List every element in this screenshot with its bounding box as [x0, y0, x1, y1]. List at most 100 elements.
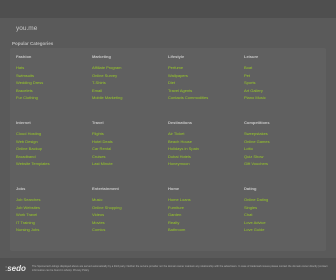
category-link[interactable]: Cruises	[92, 153, 168, 161]
category-link[interactable]: Email	[92, 87, 168, 95]
category-link[interactable]: Website Templates	[16, 160, 92, 168]
category-link[interactable]: Swimsuits	[16, 72, 92, 80]
category-link[interactable]: Web Design	[16, 138, 92, 146]
category-block: Internet Cloud Hosting Web Design Online Ba…	[16, 119, 92, 185]
category-links: Affiliate Program Online Survey T-Shirts Em…	[92, 64, 168, 102]
category-block: Travel Flights Hotel Deals Car Rental Cruise…	[92, 119, 168, 185]
category-title: Dating	[244, 186, 257, 191]
category-link[interactable]: Sweepstakes	[244, 130, 320, 138]
category-link[interactable]: Garden	[168, 211, 244, 219]
category-link[interactable]: Online Games	[244, 138, 320, 146]
category-title: Leisure	[244, 54, 259, 59]
category-link[interactable]: Holidays in Spain	[168, 145, 244, 153]
category-link[interactable]: Contacts Commodities	[168, 94, 244, 102]
category-link[interactable]: Online Backup	[16, 145, 92, 153]
category-link[interactable]: Nursing Jobs	[16, 226, 92, 234]
category-block: Competitions Sweepstakes Online Games Lotto…	[244, 119, 320, 185]
category-link[interactable]: Beach House	[168, 138, 244, 146]
category-links: Online Dating Singles Chat Love Advice Love …	[244, 196, 320, 234]
category-title: Jobs	[16, 186, 26, 191]
category-title: Home	[168, 186, 180, 191]
category-title: Travel	[92, 120, 104, 125]
category-link[interactable]: Piano Music	[244, 94, 320, 102]
category-link[interactable]: Bracelets	[16, 87, 92, 95]
category-link[interactable]: Singles	[244, 204, 320, 212]
category-link[interactable]: Work Travel	[16, 211, 92, 219]
category-link[interactable]: Cloud Hosting	[16, 130, 92, 138]
category-title: Competitions	[244, 120, 270, 125]
category-block: Lifestyle Perfume Wallpapers Diet Travel Age…	[168, 53, 244, 119]
category-block: Home Home Loans Furniture Garden Realty Bathr…	[168, 185, 244, 251]
category-link[interactable]: Love Guide	[244, 226, 320, 234]
category-link[interactable]: Videos	[92, 211, 168, 219]
sedo-logo[interactable]: :sedo	[5, 264, 26, 273]
category-link[interactable]: Online Survey	[92, 72, 168, 80]
category-link[interactable]: Fur Clothing	[16, 94, 92, 102]
category-title: Lifestyle	[168, 54, 185, 59]
category-link[interactable]: Dubai Hotels	[168, 153, 244, 161]
category-link[interactable]: Perfume	[168, 64, 244, 72]
category-link[interactable]: Furniture	[168, 204, 244, 212]
category-links: Hats Swimsuits Wedding Dress Bracelets Fur C…	[16, 64, 92, 102]
category-title: Destinations	[168, 120, 193, 125]
category-links: Perfume Wallpapers Diet Travel Agents Contac…	[168, 64, 244, 102]
category-title: Internet	[16, 120, 31, 125]
category-link[interactable]: Affiliate Program	[92, 64, 168, 72]
category-link[interactable]: Honeymoon	[168, 160, 244, 168]
category-links: Air Ticket Beach House Holidays in Spain Du…	[168, 130, 244, 168]
category-link[interactable]: Sports	[244, 79, 320, 87]
category-links: Job Searches Job Websites Work Travel IT Tr…	[16, 196, 92, 234]
category-link[interactable]: Realty	[168, 219, 244, 227]
category-title: Entertainment	[92, 186, 119, 191]
category-link[interactable]: Online Shopping	[92, 204, 168, 212]
category-link[interactable]: Car Rental	[92, 145, 168, 153]
category-link[interactable]: Hats	[16, 64, 92, 72]
category-links: Flights Hotel Deals Car Rental Cruises Last …	[92, 130, 168, 168]
categories-heading: Popular Categories	[12, 41, 54, 46]
category-link[interactable]: Music	[92, 196, 168, 204]
category-link[interactable]: Pet	[244, 72, 320, 80]
category-block: Jobs Job Searches Job Websites Work Travel I…	[16, 185, 92, 251]
category-link[interactable]: Lotto	[244, 145, 320, 153]
categories-grid: Fashion Hats Swimsuits Wedding Dress Bracele…	[16, 53, 324, 251]
category-link[interactable]: Last Minute	[92, 160, 168, 168]
category-title: Fashion	[16, 54, 32, 59]
category-link[interactable]: Mobile Marketing	[92, 94, 168, 102]
category-block: Destinations Air Ticket Beach House Holiday…	[168, 119, 244, 185]
category-title: Marketing	[92, 54, 111, 59]
category-link[interactable]: Comics	[92, 226, 168, 234]
category-link[interactable]: Hotel Deals	[92, 138, 168, 146]
category-block: Leisure Boat Pet Sports Art Gallery Piano Mus…	[244, 53, 320, 119]
category-link[interactable]: Movies	[92, 219, 168, 227]
category-link[interactable]: Wallpapers	[168, 72, 244, 80]
category-link[interactable]: Gift Vouchers	[244, 160, 320, 168]
category-link[interactable]: Boat	[244, 64, 320, 72]
category-link[interactable]: T-Shirts	[92, 79, 168, 87]
site-title: you.me	[16, 25, 38, 32]
sedo-logo-text: sedo	[7, 264, 26, 273]
category-block: Fashion Hats Swimsuits Wedding Dress Bracele…	[16, 53, 92, 119]
category-link[interactable]: Job Websites	[16, 204, 92, 212]
category-link[interactable]: Wedding Dress	[16, 79, 92, 87]
category-link[interactable]: Chat	[244, 211, 320, 219]
category-link[interactable]: Air Ticket	[168, 130, 244, 138]
category-links: Sweepstakes Online Games Lotto Quiz Show Gif…	[244, 130, 320, 168]
category-link[interactable]: Travel Agents	[168, 87, 244, 95]
category-links: Home Loans Furniture Garden Realty Bathroom	[168, 196, 244, 234]
category-link[interactable]: Broadband	[16, 153, 92, 161]
category-block: Marketing Affiliate Program Online Survey T…	[92, 53, 168, 119]
category-link[interactable]: Job Searches	[16, 196, 92, 204]
category-link[interactable]: Flights	[92, 130, 168, 138]
category-link[interactable]: Love Advice	[244, 219, 320, 227]
category-link[interactable]: Home Loans	[168, 196, 244, 204]
category-link[interactable]: IT Training	[16, 219, 92, 227]
category-link[interactable]: Diet	[168, 79, 244, 87]
category-block: Dating Online Dating Singles Chat Love Advic…	[244, 185, 320, 251]
category-link[interactable]: Quiz Show	[244, 153, 320, 161]
category-link[interactable]: Online Dating	[244, 196, 320, 204]
top-bar	[0, 0, 336, 18]
footer-disclaimer: The Sponsored Listings displayed above a…	[32, 265, 328, 272]
category-block: Entertainment Music Online Shopping Videos M…	[92, 185, 168, 251]
category-link[interactable]: Bathroom	[168, 226, 244, 234]
category-link[interactable]: Art Gallery	[244, 87, 320, 95]
